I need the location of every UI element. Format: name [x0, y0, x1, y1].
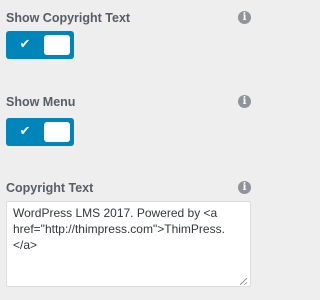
- toggle-knob: [44, 122, 70, 142]
- setting-copyright-text: Copyright Text i WordPress LMS 2017. Pow…: [6, 181, 251, 291]
- check-icon: ✔: [19, 124, 31, 139]
- show-menu-toggle[interactable]: ✔: [6, 118, 74, 146]
- resize-grip-icon[interactable]: [240, 278, 247, 285]
- check-icon: ✔: [19, 37, 31, 52]
- show-copyright-text-label: Show Copyright Text: [6, 11, 131, 25]
- setting-show-copyright-text: Show Copyright Text i ✔: [6, 11, 251, 61]
- copyright-text-label: Copyright Text: [6, 181, 94, 195]
- info-icon[interactable]: i: [238, 181, 251, 194]
- show-menu-label: Show Menu: [6, 95, 76, 109]
- info-icon[interactable]: i: [238, 95, 251, 108]
- setting-show-menu: Show Menu i ✔: [6, 95, 251, 146]
- toggle-knob: [44, 35, 70, 55]
- show-copyright-text-toggle[interactable]: ✔: [6, 31, 74, 59]
- copyright-text-input[interactable]: WordPress LMS 2017. Powered by <a href="…: [6, 201, 251, 287]
- customizer-panel: Show Copyright Text i ✔ Show Menu i ✔ Co…: [0, 0, 261, 300]
- info-icon[interactable]: i: [238, 11, 251, 24]
